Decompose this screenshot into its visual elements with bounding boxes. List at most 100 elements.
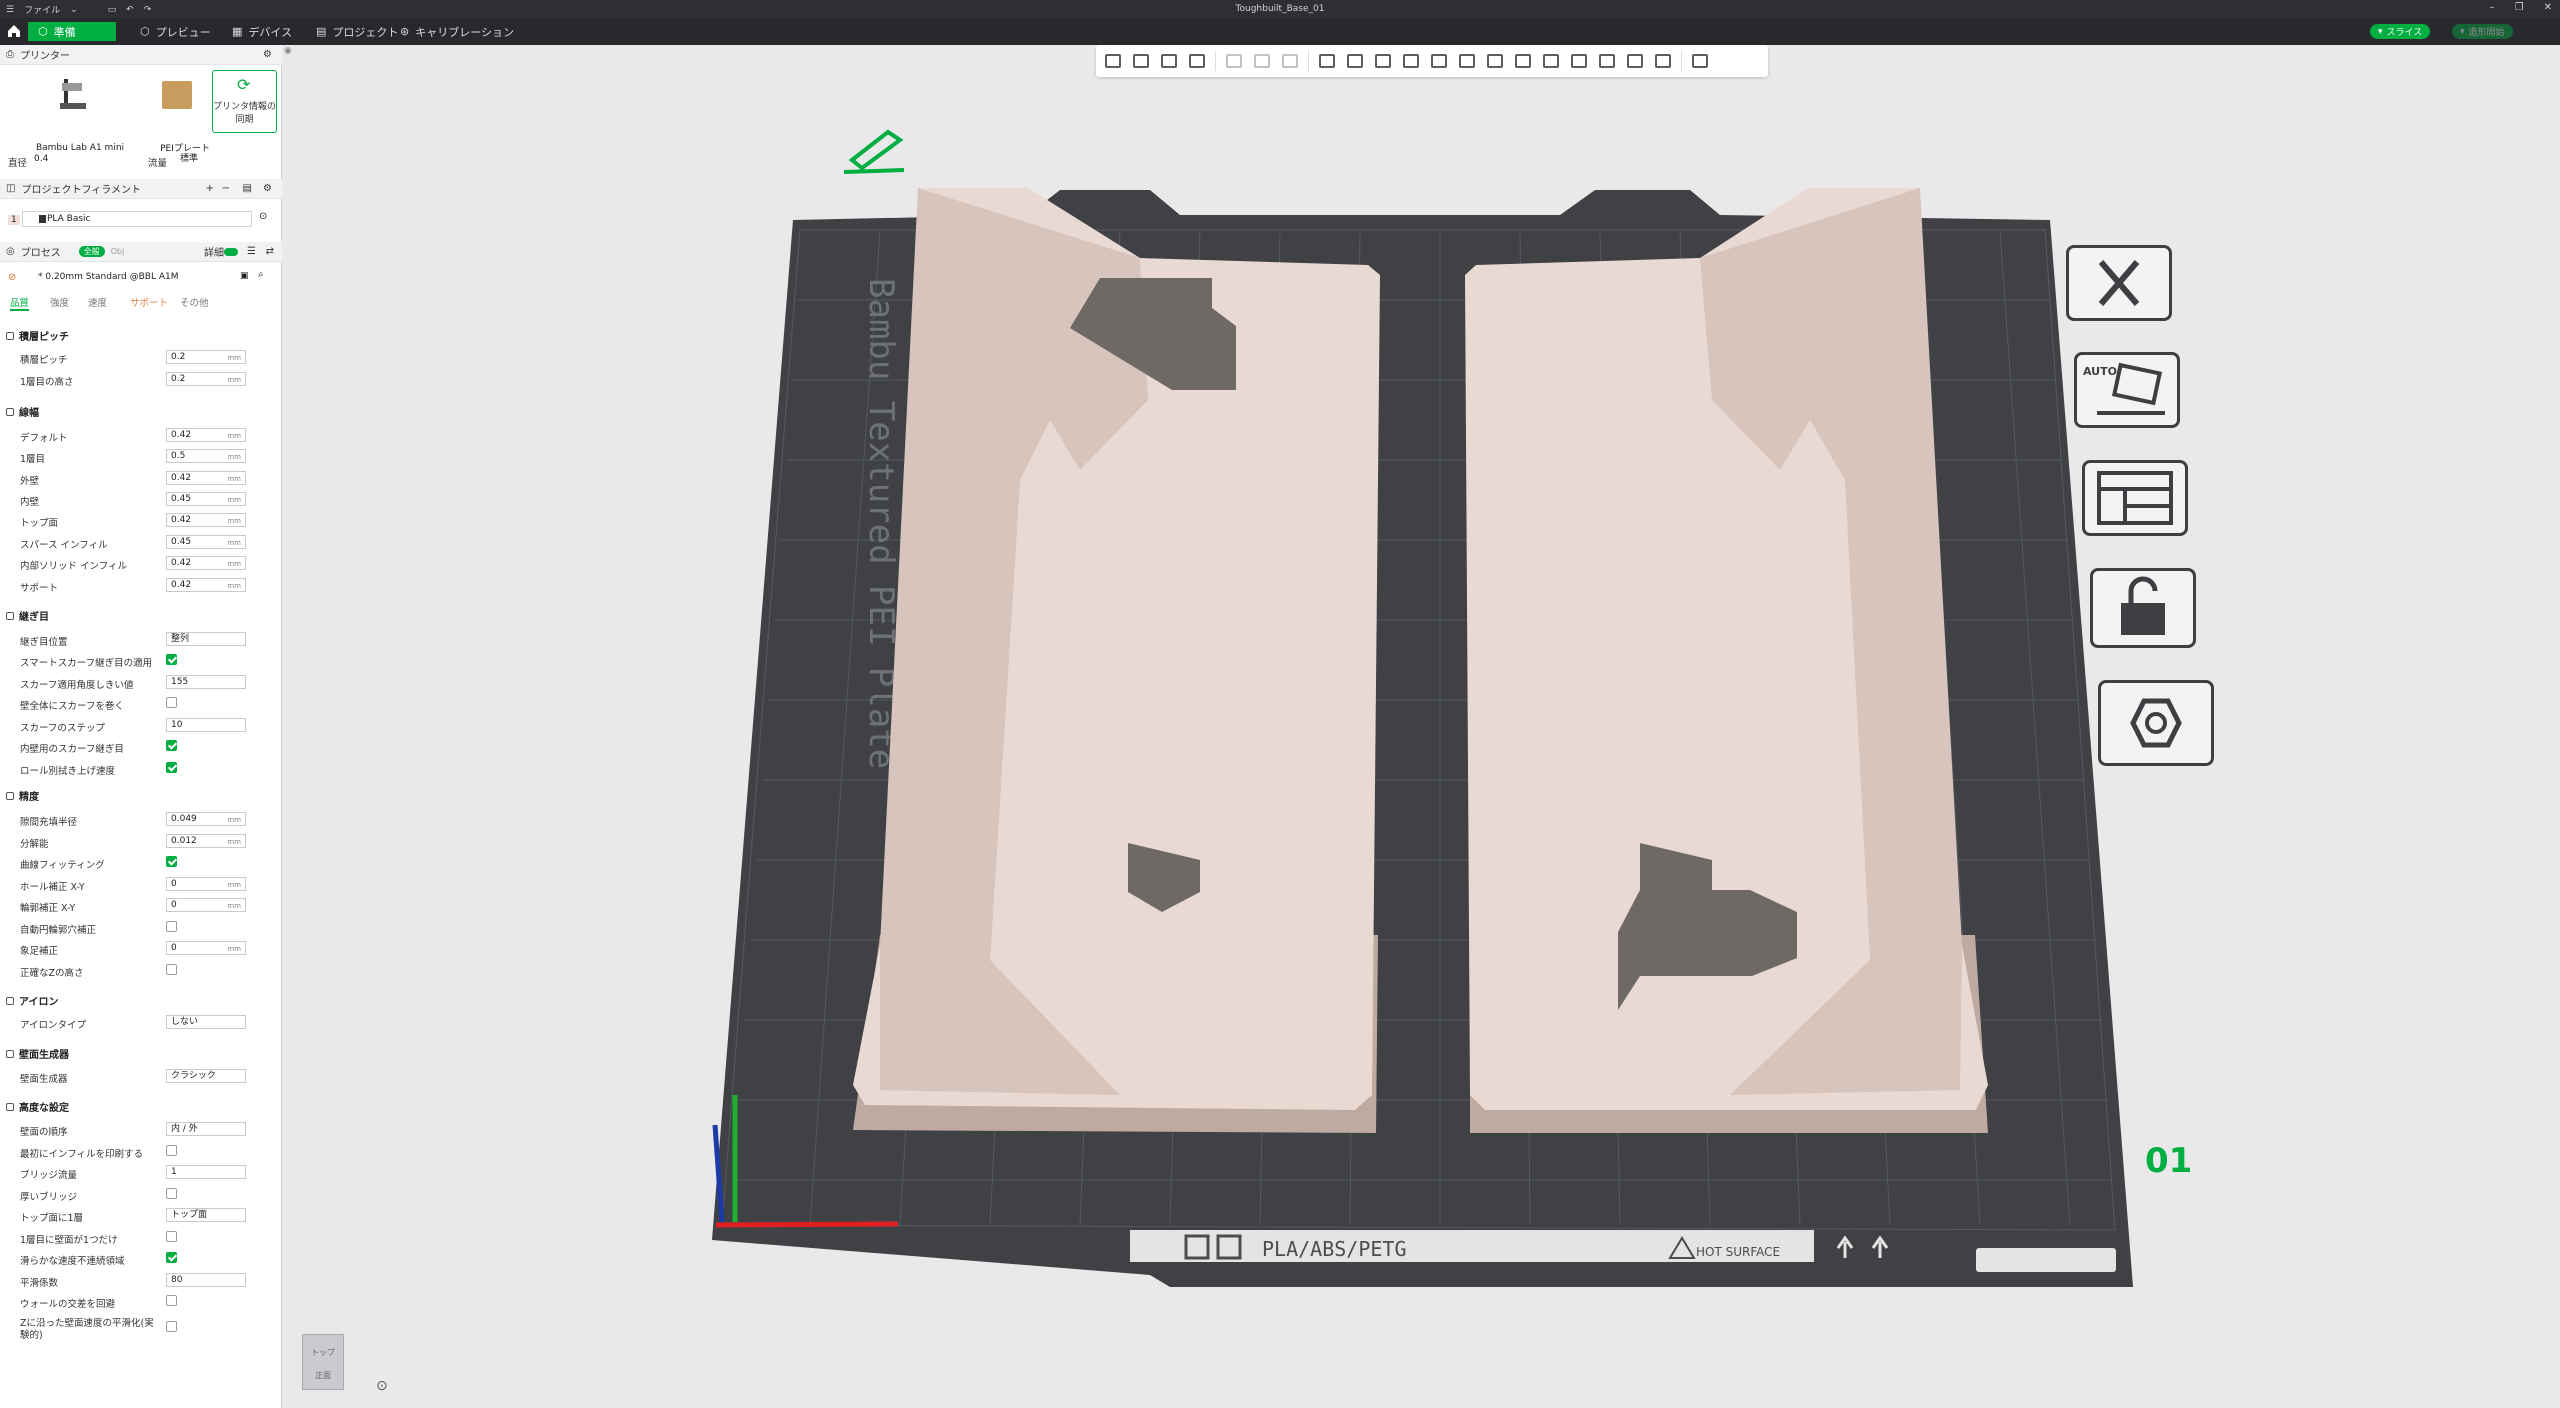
width-support-input[interactable]: 0.42 mm [166, 578, 246, 592]
fuzzy-skin-icon[interactable] [1650, 50, 1676, 72]
delete-icon[interactable] [1277, 50, 1303, 72]
elephant-foot-input[interactable]: 0 mm [166, 941, 246, 955]
scarf-steps-spinner[interactable]: 10 [166, 718, 246, 732]
remove-icon[interactable]: − [222, 183, 230, 194]
filament-settings-icon[interactable]: ⊙ [259, 211, 267, 222]
object-toggle[interactable]: Obj [111, 247, 125, 256]
list-icon[interactable]: ☰ [247, 246, 256, 257]
width-solid-input[interactable]: 0.42 mm [166, 556, 246, 570]
process-preset-select[interactable]: * 0.20mm Standard @BBL A1M [22, 269, 232, 285]
hole-xy-input[interactable]: 0 mm [166, 877, 246, 891]
width-outer-input[interactable]: 0.42 mm [166, 471, 246, 485]
tab-others[interactable]: その他 [180, 295, 209, 309]
slice-button[interactable]: ▾ スライス [2370, 24, 2431, 39]
navigation-cube[interactable]: トップ 正面 [302, 1334, 344, 1390]
arrange-plate-button[interactable] [2082, 460, 2188, 536]
search-icon[interactable]: ⌕ [258, 269, 264, 280]
tab-speed[interactable]: 速度 [88, 295, 107, 309]
fit-view-icon[interactable]: ⊙ [376, 1378, 388, 1394]
width-default-input[interactable]: 0.42 mm [166, 428, 246, 442]
tab-quality[interactable]: 品質 [10, 295, 30, 311]
width-sparse-input[interactable]: 0.45 mm [166, 535, 246, 549]
first-layer-input[interactable]: 0.2 mm [166, 372, 246, 386]
paste-icon[interactable] [1249, 50, 1275, 72]
tab-device[interactable]: ▦ デバイス [222, 22, 302, 41]
text-emboss-icon[interactable] [1538, 50, 1564, 72]
rotate-icon[interactable] [1342, 50, 1368, 72]
cut-icon[interactable] [1426, 50, 1452, 72]
wall-generator-select[interactable]: クラシック [166, 1069, 246, 1083]
width-inner-input[interactable]: 0.45 mm [166, 492, 246, 506]
precise-z-checkbox[interactable] [166, 964, 177, 975]
home-icon[interactable] [6, 23, 22, 39]
minimize-icon[interactable]: – [2490, 2, 2495, 13]
tab-calibration[interactable]: ⊛ キャリブレーション [390, 22, 524, 41]
pencil-icon[interactable] [843, 129, 905, 174]
smooth-coef-input[interactable]: 80 [166, 1273, 246, 1287]
compare-icon[interactable]: ⇄ [266, 246, 274, 257]
tab-prepare[interactable]: ⬡ 準備 [28, 22, 116, 41]
smooth-speed-checkbox[interactable] [166, 1252, 177, 1263]
ironing-type-select[interactable]: しない [166, 1015, 246, 1029]
flow-select[interactable]: 標準 [176, 153, 266, 167]
gap-input[interactable]: 0.049 mm [166, 812, 246, 826]
seam-position-select[interactable]: 整列 [166, 632, 246, 646]
auto-arrange-plate-button[interactable]: AUTO [2074, 352, 2180, 428]
arc-fitting-checkbox[interactable] [166, 856, 177, 867]
delete-plate-button[interactable] [2066, 245, 2172, 321]
filament-select[interactable]: PLA Basic [22, 211, 252, 227]
navcube-top[interactable]: トップ [303, 1347, 343, 1358]
z-smooth-checkbox[interactable] [166, 1321, 177, 1332]
save-preset-icon[interactable]: ▣ [240, 271, 249, 281]
scarf-angle-spinner[interactable]: 155 [166, 675, 246, 689]
add-object-icon[interactable] [1100, 50, 1126, 72]
contour-xy-input[interactable]: 0 mm [166, 898, 246, 912]
add-icon[interactable]: + [206, 183, 214, 194]
seam-paint-icon[interactable] [1510, 50, 1536, 72]
tab-preview[interactable]: ⬡ プレビュー [130, 22, 221, 41]
mesh-boolean-icon[interactable] [1454, 50, 1480, 72]
auto-orient-icon[interactable] [1156, 50, 1182, 72]
maximize-icon[interactable]: ❐ [2515, 2, 2524, 13]
gear-icon[interactable]: ⚙ [263, 49, 272, 60]
move-icon[interactable] [1314, 50, 1340, 72]
tab-support[interactable]: サポート [130, 295, 168, 309]
measure-icon[interactable] [1566, 50, 1592, 72]
send-print-button[interactable]: ▾ 造形開始 [2452, 24, 2513, 39]
navcube-front[interactable]: 正面 [303, 1370, 343, 1381]
edit-icon[interactable]: ▤ [243, 183, 252, 194]
plate-number[interactable]: 01 [2145, 1141, 2192, 1181]
role-wipe-checkbox[interactable] [166, 762, 177, 773]
resolution-input[interactable]: 0.012 mm [166, 834, 246, 848]
close-icon[interactable]: ✕ [2544, 2, 2552, 13]
assembly-icon[interactable] [1594, 50, 1620, 72]
width-first-input[interactable]: 0.5 mm [166, 449, 246, 463]
add-plate-icon[interactable] [1128, 50, 1154, 72]
scarf-entire-checkbox[interactable] [166, 697, 177, 708]
avoid-crossing-checkbox[interactable] [166, 1295, 177, 1306]
layer-height-input[interactable]: 0.2 mm [166, 350, 246, 364]
copy-icon[interactable] [1221, 50, 1247, 72]
detail-toggle[interactable] [224, 247, 238, 256]
3d-viewport[interactable]: Bambu Textured PEI Plate PLA/ABS/PETG HO… [283, 45, 2560, 1408]
sync-printer-button[interactable]: ⟳ プリンタ情報の同期 [212, 70, 277, 133]
smart-scarf-checkbox[interactable] [166, 654, 177, 665]
width-top-input[interactable]: 0.42 mm [166, 513, 246, 527]
plate-settings-button[interactable] [2098, 680, 2214, 766]
bridge-flow-input[interactable]: 1 [166, 1165, 246, 1179]
lay-on-face-icon[interactable] [1398, 50, 1424, 72]
collapse-sidebar-icon[interactable]: ◉ [284, 46, 292, 56]
scale-icon[interactable] [1370, 50, 1396, 72]
wall-order-select[interactable]: 内 / 外 [166, 1122, 246, 1136]
gear-icon[interactable]: ⚙ [263, 183, 272, 194]
thick-bridge-checkbox[interactable] [166, 1188, 177, 1199]
nozzle-select[interactable]: 0.4 [30, 153, 140, 167]
view-options-icon[interactable] [1687, 50, 1713, 72]
lock-plate-button[interactable] [2090, 568, 2196, 648]
infill-first-checkbox[interactable] [166, 1145, 177, 1156]
color-paint-icon[interactable] [1622, 50, 1648, 72]
arrange-icon[interactable] [1184, 50, 1210, 72]
support-paint-icon[interactable] [1482, 50, 1508, 72]
global-toggle[interactable]: 全般 [78, 246, 105, 257]
auto-circle-checkbox[interactable] [166, 921, 177, 932]
